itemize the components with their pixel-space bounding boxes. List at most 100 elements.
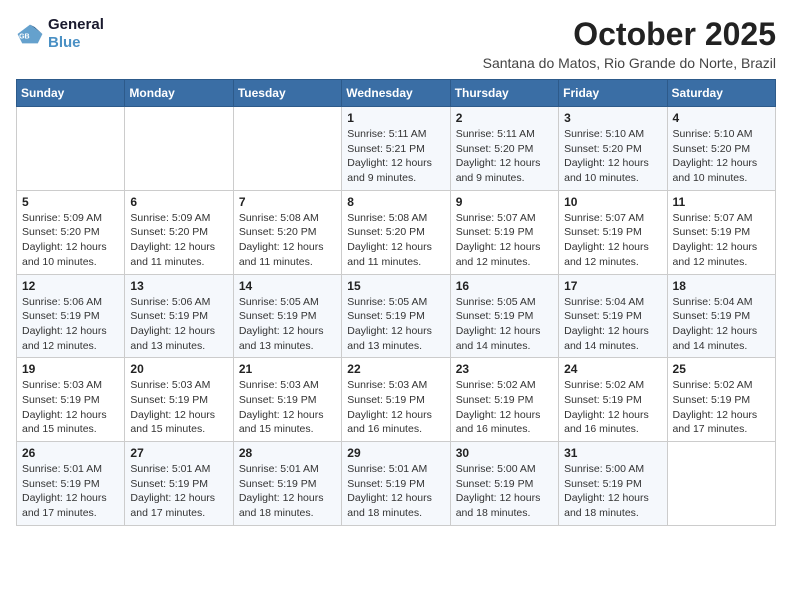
day-number: 2 bbox=[456, 111, 553, 125]
calendar-header: SundayMondayTuesdayWednesdayThursdayFrid… bbox=[17, 80, 776, 107]
calendar-cell: 30 Sunrise: 5:00 AMSunset: 5:19 PMDayligh… bbox=[450, 442, 558, 526]
day-info: Sunrise: 5:06 AMSunset: 5:19 PMDaylight:… bbox=[22, 295, 119, 354]
day-info: Sunrise: 5:08 AMSunset: 5:20 PMDaylight:… bbox=[347, 211, 444, 270]
calendar-week: 1 Sunrise: 5:11 AMSunset: 5:21 PMDaylight… bbox=[17, 107, 776, 191]
day-number: 11 bbox=[673, 195, 770, 209]
logo-line1: General bbox=[48, 16, 104, 34]
calendar-cell: 10Sunrise: 5:07 AMSunset: 5:19 PMDayligh… bbox=[559, 190, 667, 274]
calendar-cell: 13Sunrise: 5:06 AMSunset: 5:19 PMDayligh… bbox=[125, 274, 233, 358]
day-info: Sunrise: 5:05 AMSunset: 5:19 PMDaylight:… bbox=[347, 295, 444, 354]
title-section: October 2025 Santana do Matos, Rio Grand… bbox=[483, 16, 776, 71]
day-info: Sunrise: 5:01 AMSunset: 5:19 PMDaylight:… bbox=[347, 462, 444, 521]
calendar-week: 12 Sunrise: 5:06 AMSunset: 5:19 PMDayligh… bbox=[17, 274, 776, 358]
calendar-cell: 25 Sunrise: 5:02 AMSunset: 5:19 PMDayligh… bbox=[667, 358, 775, 442]
day-number: 23 bbox=[456, 362, 553, 376]
logo-text: General Blue bbox=[48, 16, 104, 52]
day-number: 16 bbox=[456, 279, 553, 293]
day-number: 1 bbox=[347, 111, 444, 125]
page-header: GB General Blue October 2025 Santana do … bbox=[16, 16, 776, 71]
calendar-cell: 1 Sunrise: 5:11 AMSunset: 5:21 PMDaylight… bbox=[342, 107, 450, 191]
calendar-cell: 14 Sunrise: 5:05 AMSunset: 5:19 PMDayligh… bbox=[233, 274, 341, 358]
day-info: Sunrise: 5:04 AMSunset: 5:19 PMDaylight:… bbox=[673, 295, 770, 354]
calendar-cell: 15 Sunrise: 5:05 AMSunset: 5:19 PMDayligh… bbox=[342, 274, 450, 358]
day-number: 17 bbox=[564, 279, 661, 293]
day-info: Sunrise: 5:02 AMSunset: 5:19 PMDaylight:… bbox=[456, 378, 553, 437]
calendar-week: 19Sunrise: 5:03 AMSunset: 5:19 PMDayligh… bbox=[17, 358, 776, 442]
calendar-body: 1 Sunrise: 5:11 AMSunset: 5:21 PMDaylight… bbox=[17, 107, 776, 526]
calendar-cell: 27Sunrise: 5:01 AMSunset: 5:19 PMDayligh… bbox=[125, 442, 233, 526]
day-info: Sunrise: 5:08 AMSunset: 5:20 PMDaylight:… bbox=[239, 211, 336, 270]
calendar-cell: 31 Sunrise: 5:00 AMSunset: 5:19 PMDayligh… bbox=[559, 442, 667, 526]
day-info: Sunrise: 5:03 AMSunset: 5:19 PMDaylight:… bbox=[130, 378, 227, 437]
logo: GB General Blue bbox=[16, 16, 104, 52]
weekday-header: Wednesday bbox=[342, 80, 450, 107]
day-number: 12 bbox=[22, 279, 119, 293]
calendar-cell: 11Sunrise: 5:07 AMSunset: 5:19 PMDayligh… bbox=[667, 190, 775, 274]
day-info: Sunrise: 5:09 AMSunset: 5:20 PMDaylight:… bbox=[22, 211, 119, 270]
calendar-cell: 20 Sunrise: 5:03 AMSunset: 5:19 PMDayligh… bbox=[125, 358, 233, 442]
day-info: Sunrise: 5:09 AMSunset: 5:20 PMDaylight:… bbox=[130, 211, 227, 270]
day-info: Sunrise: 5:03 AMSunset: 5:19 PMDaylight:… bbox=[22, 378, 119, 437]
calendar-cell bbox=[125, 107, 233, 191]
calendar-cell: 9Sunrise: 5:07 AMSunset: 5:19 PMDaylight… bbox=[450, 190, 558, 274]
calendar-cell: 28 Sunrise: 5:01 AMSunset: 5:19 PMDayligh… bbox=[233, 442, 341, 526]
logo-line2: Blue bbox=[48, 34, 104, 52]
day-number: 14 bbox=[239, 279, 336, 293]
calendar-week: 26Sunrise: 5:01 AMSunset: 5:19 PMDayligh… bbox=[17, 442, 776, 526]
weekday-header: Sunday bbox=[17, 80, 125, 107]
day-info: Sunrise: 5:01 AMSunset: 5:19 PMDaylight:… bbox=[239, 462, 336, 521]
day-number: 8 bbox=[347, 195, 444, 209]
day-info: Sunrise: 5:11 AMSunset: 5:21 PMDaylight:… bbox=[347, 127, 444, 186]
calendar-cell: 3Sunrise: 5:10 AMSunset: 5:20 PMDaylight… bbox=[559, 107, 667, 191]
day-number: 10 bbox=[564, 195, 661, 209]
day-info: Sunrise: 5:02 AMSunset: 5:19 PMDaylight:… bbox=[673, 378, 770, 437]
day-number: 13 bbox=[130, 279, 227, 293]
day-number: 24 bbox=[564, 362, 661, 376]
day-info: Sunrise: 5:01 AMSunset: 5:19 PMDaylight:… bbox=[130, 462, 227, 521]
day-info: Sunrise: 5:00 AMSunset: 5:19 PMDaylight:… bbox=[564, 462, 661, 521]
day-info: Sunrise: 5:07 AMSunset: 5:19 PMDaylight:… bbox=[456, 211, 553, 270]
day-info: Sunrise: 5:02 AMSunset: 5:19 PMDaylight:… bbox=[564, 378, 661, 437]
day-info: Sunrise: 5:01 AMSunset: 5:19 PMDaylight:… bbox=[22, 462, 119, 521]
calendar-cell: 8 Sunrise: 5:08 AMSunset: 5:20 PMDaylight… bbox=[342, 190, 450, 274]
day-number: 15 bbox=[347, 279, 444, 293]
calendar-week: 5Sunrise: 5:09 AMSunset: 5:20 PMDaylight… bbox=[17, 190, 776, 274]
day-info: Sunrise: 5:05 AMSunset: 5:19 PMDaylight:… bbox=[239, 295, 336, 354]
calendar-cell: 5Sunrise: 5:09 AMSunset: 5:20 PMDaylight… bbox=[17, 190, 125, 274]
calendar-cell: 2 Sunrise: 5:11 AMSunset: 5:20 PMDaylight… bbox=[450, 107, 558, 191]
calendar-cell: 22 Sunrise: 5:03 AMSunset: 5:19 PMDayligh… bbox=[342, 358, 450, 442]
calendar-cell: 23 Sunrise: 5:02 AMSunset: 5:19 PMDayligh… bbox=[450, 358, 558, 442]
calendar-cell bbox=[233, 107, 341, 191]
day-number: 18 bbox=[673, 279, 770, 293]
logo-icon: GB bbox=[16, 23, 44, 45]
calendar-cell bbox=[17, 107, 125, 191]
day-number: 28 bbox=[239, 446, 336, 460]
day-number: 25 bbox=[673, 362, 770, 376]
day-info: Sunrise: 5:05 AMSunset: 5:19 PMDaylight:… bbox=[456, 295, 553, 354]
calendar-cell: 12 Sunrise: 5:06 AMSunset: 5:19 PMDayligh… bbox=[17, 274, 125, 358]
day-number: 30 bbox=[456, 446, 553, 460]
day-number: 29 bbox=[347, 446, 444, 460]
weekday-header: Friday bbox=[559, 80, 667, 107]
day-info: Sunrise: 5:10 AMSunset: 5:20 PMDaylight:… bbox=[673, 127, 770, 186]
weekday-header: Monday bbox=[125, 80, 233, 107]
weekday-header: Tuesday bbox=[233, 80, 341, 107]
day-number: 20 bbox=[130, 362, 227, 376]
day-number: 21 bbox=[239, 362, 336, 376]
day-info: Sunrise: 5:00 AMSunset: 5:19 PMDaylight:… bbox=[456, 462, 553, 521]
calendar-cell bbox=[667, 442, 775, 526]
day-info: Sunrise: 5:03 AMSunset: 5:19 PMDaylight:… bbox=[347, 378, 444, 437]
weekday-header: Saturday bbox=[667, 80, 775, 107]
day-number: 22 bbox=[347, 362, 444, 376]
calendar-cell: 17 Sunrise: 5:04 AMSunset: 5:19 PMDayligh… bbox=[559, 274, 667, 358]
day-info: Sunrise: 5:04 AMSunset: 5:19 PMDaylight:… bbox=[564, 295, 661, 354]
day-number: 6 bbox=[130, 195, 227, 209]
calendar-cell: 6 Sunrise: 5:09 AMSunset: 5:20 PMDaylight… bbox=[125, 190, 233, 274]
day-info: Sunrise: 5:11 AMSunset: 5:20 PMDaylight:… bbox=[456, 127, 553, 186]
day-number: 31 bbox=[564, 446, 661, 460]
calendar-cell: 18 Sunrise: 5:04 AMSunset: 5:19 PMDayligh… bbox=[667, 274, 775, 358]
header-row: SundayMondayTuesdayWednesdayThursdayFrid… bbox=[17, 80, 776, 107]
calendar-cell: 4Sunrise: 5:10 AMSunset: 5:20 PMDaylight… bbox=[667, 107, 775, 191]
month-title: October 2025 bbox=[483, 16, 776, 53]
weekday-header: Thursday bbox=[450, 80, 558, 107]
